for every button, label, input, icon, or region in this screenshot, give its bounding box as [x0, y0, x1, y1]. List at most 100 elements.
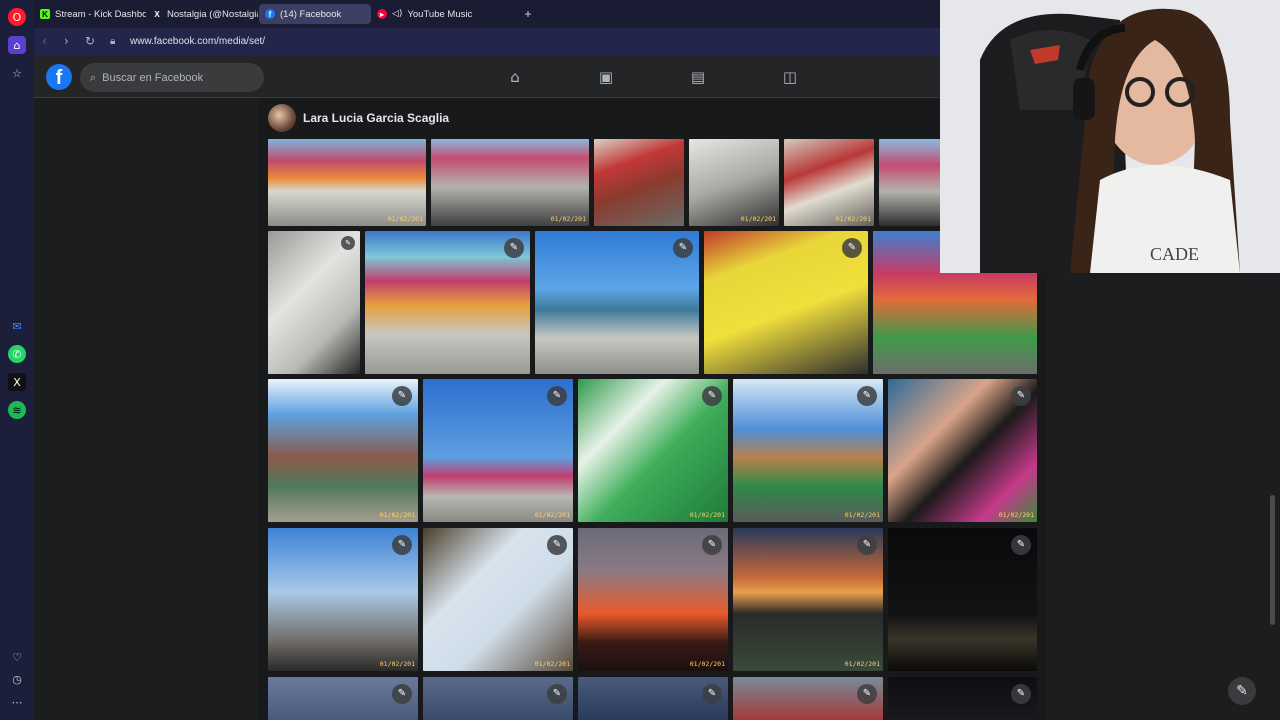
lock-icon: 🔒︎	[110, 36, 116, 47]
photo-thumbnail[interactable]: 01/02/201	[689, 139, 779, 226]
speaker-icon: ◁)	[392, 9, 403, 19]
photo-thumbnail[interactable]	[594, 139, 684, 226]
tab-label: Nostalgia (@NostalgiaFol	[167, 8, 258, 20]
edit-icon[interactable]: ✎	[702, 386, 722, 406]
photo-thumbnail[interactable]: ✎ 01/02/201	[578, 528, 728, 671]
photo-date: 01/02/201	[844, 660, 880, 668]
facebook-icon: f	[265, 9, 275, 19]
photo-thumbnail[interactable]: ✎ 01/02/201	[423, 379, 573, 522]
edit-icon[interactable]: ✎	[392, 684, 412, 704]
edit-icon[interactable]: ✎	[857, 386, 877, 406]
video-icon[interactable]: ▣	[597, 68, 615, 86]
photo-thumbnail[interactable]: 01/02/201	[784, 139, 874, 226]
address-bar: ‹ › ↻ 🔒︎ www.facebook.com/media/set/	[34, 28, 940, 56]
more-icon[interactable]: ⋯	[8, 693, 26, 711]
edit-icon[interactable]: ✎	[702, 684, 722, 704]
photo-thumbnail[interactable]: ✎	[423, 677, 573, 720]
gaming-icon[interactable]: ◫	[781, 68, 799, 86]
photo-thumbnail[interactable]: ✎	[268, 677, 418, 720]
edit-icon[interactable]: ✎	[1011, 535, 1031, 555]
facebook-header: f ⌕ Buscar en Facebook ⌂ ▣ ▤ ◫	[34, 56, 940, 98]
tab-label: (14) Facebook	[280, 8, 342, 20]
edit-icon[interactable]: ✎	[1011, 684, 1031, 704]
photo-thumbnail[interactable]: ✎	[733, 677, 883, 720]
photo-thumbnail[interactable]: 01/02/201	[268, 139, 426, 226]
photo-date: 01/02/201	[387, 215, 423, 223]
edit-icon[interactable]: ✎	[392, 535, 412, 555]
edit-icon[interactable]: ✎	[547, 684, 567, 704]
photo-thumbnail[interactable]: ✎ 01/02/201	[268, 379, 418, 522]
photo-date: 01/02/201	[689, 511, 725, 519]
edit-icon[interactable]: ✎	[547, 386, 567, 406]
photo-thumbnail[interactable]: ✎ 01/02/201	[423, 528, 573, 671]
tab-facebook[interactable]: f (14) Facebook	[259, 4, 371, 24]
photo-thumbnail[interactable]	[879, 139, 940, 226]
tab-youtube-music[interactable]: ▸ ◁) YouTube Music	[371, 4, 483, 24]
edit-icon[interactable]: ✎	[857, 535, 877, 555]
search-icon: ⌕	[90, 70, 97, 84]
marketplace-icon[interactable]: ▤	[689, 68, 707, 86]
x-icon: X	[154, 9, 160, 19]
photo-date: 01/02/201	[844, 511, 880, 519]
owner-name[interactable]: Lara Lucia Garcia Scaglia	[303, 111, 449, 125]
home-icon[interactable]: ⌂	[8, 36, 26, 54]
edit-icon[interactable]: ✎	[842, 238, 862, 258]
x-twitter-icon[interactable]: X	[8, 373, 26, 391]
edit-icon[interactable]: ✎	[673, 238, 693, 258]
photo-thumbnail[interactable]: ✎	[535, 231, 699, 374]
album-owner[interactable]: Lara Lucia Garcia Scaglia	[268, 104, 449, 132]
new-tab-button[interactable]: +	[521, 7, 535, 21]
facebook-logo[interactable]: f	[46, 64, 72, 90]
tab-label: Stream - Kick Dashboard	[55, 8, 146, 20]
photo-thumbnail[interactable]: ✎ 01/02/201	[268, 528, 418, 671]
photo-date: 01/02/201	[689, 660, 725, 668]
heart-icon[interactable]: ♡	[8, 648, 26, 666]
scrollbar[interactable]	[1270, 495, 1275, 625]
search-box[interactable]: ⌕ Buscar en Facebook	[80, 63, 264, 92]
edit-icon[interactable]: ✎	[702, 535, 722, 555]
photo-thumbnail[interactable]: ✎	[578, 677, 728, 720]
edit-icon[interactable]: ✎	[857, 684, 877, 704]
photo-thumbnail[interactable]: ✎ 01/02/201	[888, 379, 1037, 522]
photo-date: 01/02/201	[835, 215, 871, 223]
photo-thumbnail[interactable]: ✎	[704, 231, 868, 374]
edit-icon[interactable]: ✎	[547, 535, 567, 555]
photo-thumbnail[interactable]: ✎	[365, 231, 530, 374]
photo-thumbnail[interactable]: ✎	[268, 231, 360, 374]
photo-date: 01/02/201	[379, 660, 415, 668]
tab-kick[interactable]: K Stream - Kick Dashboard	[34, 4, 146, 24]
tab-x[interactable]: X Nostalgia (@NostalgiaFol	[146, 4, 258, 24]
whatsapp-icon[interactable]: ✆	[8, 345, 26, 363]
photo-thumbnail[interactable]: ✎ 01/02/201	[578, 379, 728, 522]
new-message-icon[interactable]: ✎	[1228, 677, 1256, 705]
photo-thumbnail[interactable]: 01/02/201	[431, 139, 589, 226]
tab-label: YouTube Music	[407, 8, 473, 20]
edit-icon[interactable]: ✎	[504, 238, 524, 258]
photo-date: 01/02/201	[998, 511, 1034, 519]
star-icon[interactable]: ☆	[8, 64, 26, 82]
avatar[interactable]	[268, 104, 296, 132]
url-field[interactable]: www.facebook.com/media/set/	[130, 36, 265, 47]
forward-icon[interactable]: ›	[64, 34, 69, 48]
messenger-icon[interactable]: ✉	[8, 317, 26, 335]
svg-text:CADE: CADE	[1150, 244, 1199, 264]
edit-icon[interactable]: ✎	[1011, 386, 1031, 406]
photo-date: 01/02/201	[550, 215, 586, 223]
youtube-music-icon: ▸	[377, 9, 387, 19]
home-icon[interactable]: ⌂	[506, 68, 524, 86]
photo-date: 01/02/201	[740, 215, 776, 223]
photo-thumbnail[interactable]: ✎	[888, 677, 1037, 720]
edit-icon[interactable]: ✎	[392, 386, 412, 406]
photo-thumbnail[interactable]: ✎ 01/02/201	[733, 379, 883, 522]
photo-thumbnail[interactable]: ✎ 01/02/201	[733, 528, 883, 671]
reload-icon[interactable]: ↻	[85, 34, 95, 48]
back-icon[interactable]: ‹	[42, 34, 47, 48]
streamer-webcam-image: CADE	[940, 0, 1280, 273]
photo-thumbnail[interactable]: ✎	[888, 528, 1037, 671]
history-icon[interactable]: ◷	[8, 670, 26, 688]
search-input[interactable]: Buscar en Facebook	[102, 72, 203, 84]
spotify-icon[interactable]: ≋	[8, 401, 26, 419]
edit-icon[interactable]: ✎	[341, 236, 355, 250]
photo-date: 01/02/201	[534, 660, 570, 668]
opera-logo-icon[interactable]: O	[8, 8, 26, 26]
